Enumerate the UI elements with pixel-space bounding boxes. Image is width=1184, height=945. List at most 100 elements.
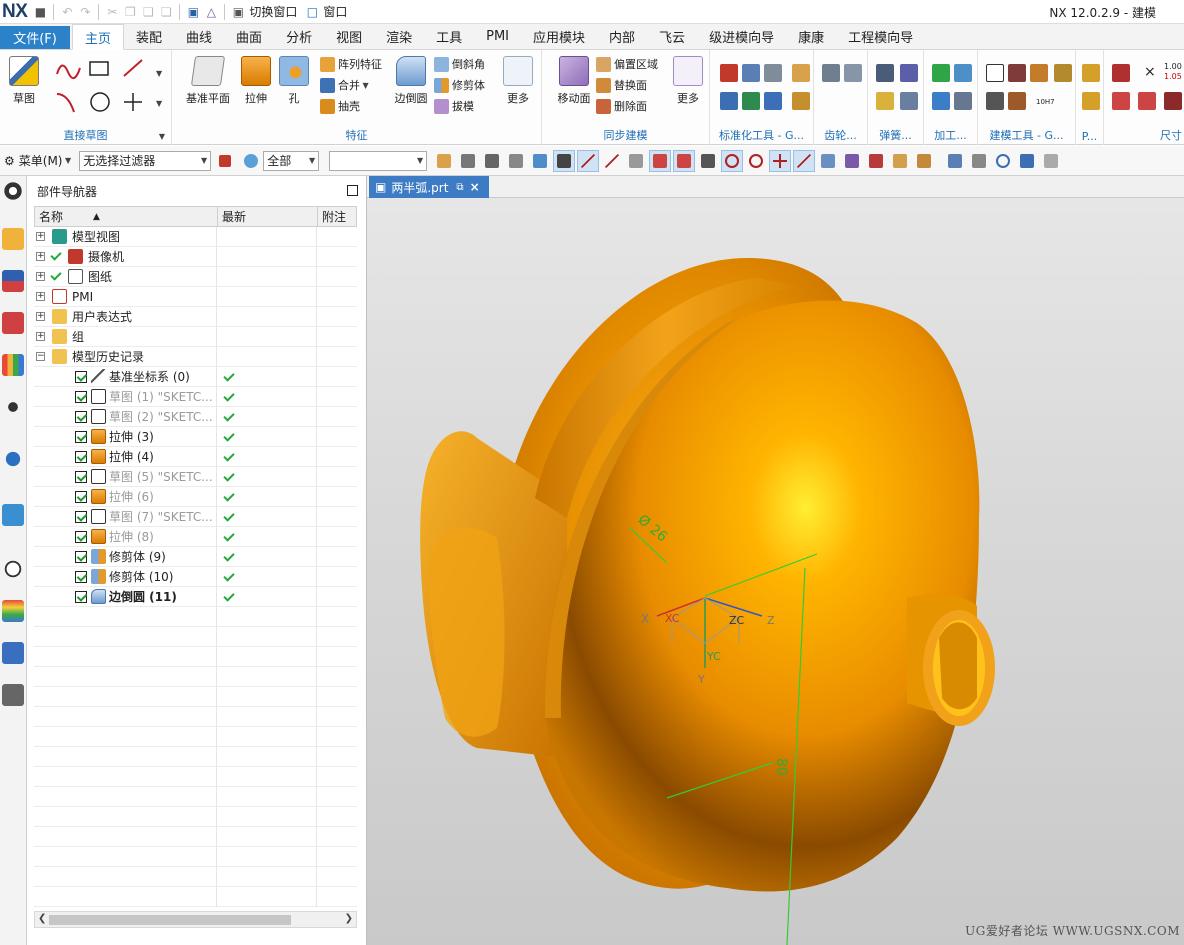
info-icon[interactable] — [2, 448, 24, 470]
build-tool-icon-2[interactable] — [1008, 64, 1026, 82]
gear-tool-icon-1[interactable] — [822, 64, 840, 82]
std-tool-icon-8[interactable] — [792, 92, 810, 110]
tree-row[interactable]: 拉伸 (6) — [34, 486, 357, 507]
edge-blend-button[interactable]: 边倒圆 — [386, 56, 436, 106]
hole-button[interactable]: 孔 — [272, 56, 316, 106]
tab-curve[interactable]: 曲线 — [174, 24, 224, 49]
spline-icon[interactable] — [649, 149, 672, 172]
expand-icon[interactable]: + — [36, 331, 45, 341]
tab-render[interactable]: 渲染 — [374, 24, 424, 49]
std-tool-icon-1[interactable] — [720, 64, 738, 82]
diagonal-icon[interactable] — [793, 149, 816, 172]
tab-view[interactable]: 视图 — [324, 24, 374, 49]
palette-icon[interactable] — [2, 600, 24, 622]
globe-icon[interactable] — [240, 150, 262, 172]
visibility-checkbox[interactable] — [75, 430, 87, 443]
close-tab-icon[interactable]: × — [470, 180, 480, 194]
chamfer-button[interactable]: 倒斜角 — [434, 54, 485, 74]
gear-tool-icon-2[interactable] — [844, 64, 862, 82]
offset-region-button[interactable]: 偏置区域 — [596, 54, 658, 74]
tree-row[interactable]: 拉伸 (8) — [34, 526, 357, 547]
tree-row[interactable]: + 图纸 — [34, 266, 357, 287]
visibility-checkbox[interactable] — [75, 590, 87, 603]
window-icon[interactable]: □ — [303, 3, 321, 21]
expand-icon[interactable]: + — [36, 271, 45, 281]
datum-plane-button[interactable]: 基准平面 — [184, 56, 232, 106]
tree-row[interactable]: + 用户表达式 — [34, 306, 357, 327]
tree-row[interactable]: 基准坐标系 (0) — [34, 366, 357, 387]
save-icon[interactable]: ■ — [31, 3, 49, 21]
machining-tool-icon-4[interactable] — [954, 92, 972, 110]
undo-icon[interactable]: ↶ — [58, 3, 76, 21]
filter-options-icon[interactable] — [212, 150, 238, 172]
machining-tool-icon-3[interactable] — [932, 92, 950, 110]
tree-row[interactable]: 草图 (5) "SKETC... — [34, 466, 357, 487]
spring-tool-icon-1[interactable] — [876, 64, 894, 82]
circle-center-icon[interactable] — [721, 149, 744, 172]
expand-icon[interactable]: + — [36, 251, 45, 261]
switch-window-icon[interactable]: ▣ — [229, 3, 247, 21]
assembly-navigator-icon[interactable] — [2, 228, 24, 250]
angle-icon[interactable] — [697, 150, 719, 172]
machining-tool-icon-2[interactable] — [954, 64, 972, 82]
tab-feiyun[interactable]: 飞云 — [647, 24, 697, 49]
tree-row[interactable]: 草图 (1) "SKETC... — [34, 386, 357, 407]
tab-applications[interactable]: 应用模块 — [521, 24, 597, 49]
expand-icon[interactable]: + — [36, 291, 45, 301]
graphics-window[interactable]: Ø 26 80 X XC ZC Z YC Y UG爱好者论坛 WWW.UGSNX… — [367, 198, 1184, 945]
spring-tool-icon-3[interactable] — [876, 92, 894, 110]
redo-icon[interactable]: ↷ — [76, 3, 94, 21]
view-tool-icon-2[interactable] — [841, 150, 863, 172]
tree-row[interactable]: + 摄像机 — [34, 246, 357, 267]
curve-icon[interactable] — [625, 150, 647, 172]
trim-body-button[interactable]: 修剪体 — [434, 75, 485, 95]
tab-progressive-die[interactable]: 级进模向导 — [697, 24, 786, 49]
scroll-right-icon[interactable]: ❯ — [345, 913, 353, 924]
visibility-checkbox[interactable] — [75, 550, 87, 563]
tab-internal[interactable]: 内部 — [597, 24, 647, 49]
dim-tool-icon-3[interactable] — [1138, 92, 1156, 110]
snap-tool-icon-1[interactable] — [433, 150, 455, 172]
snap-line-icon-2[interactable] — [601, 150, 623, 172]
tree-row[interactable]: − 模型历史记录 — [34, 346, 357, 367]
dim-tool-icon-1[interactable] — [1112, 64, 1130, 82]
view-tool-icon-5[interactable] — [913, 150, 935, 172]
part-navigator-icon[interactable] — [2, 312, 24, 334]
p-tool-icon-1[interactable] — [1082, 64, 1100, 82]
expand-icon[interactable]: + — [36, 311, 45, 321]
tab-engineering-die[interactable]: 工程模向导 — [836, 24, 925, 49]
std-tool-icon-5[interactable] — [720, 92, 738, 110]
column-latest[interactable]: 最新 — [218, 207, 318, 226]
tree-row[interactable]: + 模型视图 — [34, 226, 357, 247]
tree-row[interactable]: 草图 (7) "SKETC... — [34, 506, 357, 527]
collapse-icon[interactable]: − — [36, 351, 45, 361]
tab-part-file[interactable]: ▣ 两半弧.prt ⧉ × — [369, 176, 489, 198]
tab-pmi[interactable]: PMI — [474, 24, 521, 49]
sketch-tools-icon[interactable]: ▼ ▼ — [54, 58, 164, 118]
view-tool-icon-7[interactable] — [968, 150, 990, 172]
tree-row[interactable]: 修剪体 (10) — [34, 566, 357, 587]
switch-window-button[interactable]: 切换窗口 — [249, 3, 297, 20]
move-face-button[interactable]: 移动面 — [548, 56, 600, 106]
circle-snap-icon[interactable] — [745, 150, 767, 172]
visibility-checkbox[interactable] — [75, 570, 87, 583]
spring-tool-icon-2[interactable] — [900, 64, 918, 82]
more-sync-button[interactable]: 更多 — [666, 56, 710, 106]
paste-special-icon[interactable]: ❏ — [157, 3, 175, 21]
std-tool-icon-6[interactable] — [742, 92, 760, 110]
machining-tool-icon-1[interactable] — [932, 64, 950, 82]
scroll-left-icon[interactable]: ❮ — [38, 913, 46, 924]
view-tool-icon-6[interactable] — [944, 150, 966, 172]
tab-home[interactable]: 主页 — [72, 24, 125, 50]
std-tool-icon-2[interactable] — [742, 64, 760, 82]
build-tool-icon-4[interactable] — [1054, 64, 1072, 82]
wave-icon[interactable] — [673, 149, 696, 172]
cross-icon[interactable]: × — [1144, 64, 1156, 80]
web-browser-icon[interactable] — [2, 504, 24, 526]
visibility-checkbox[interactable] — [75, 370, 87, 383]
window-menu[interactable]: 窗口 — [323, 3, 347, 20]
maximize-icon[interactable] — [347, 185, 358, 196]
view-tool-icon-4[interactable] — [889, 150, 911, 172]
tab-kangkang[interactable]: 康康 — [786, 24, 836, 49]
visibility-checkbox[interactable] — [75, 490, 87, 503]
